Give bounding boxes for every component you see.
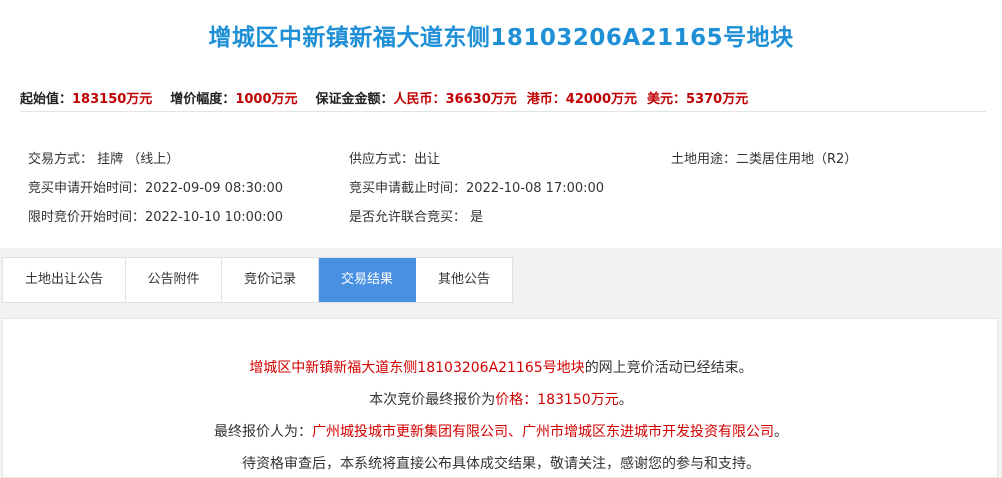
deposit-label: 保证金金额： bbox=[315, 92, 394, 107]
result-line-4: 待资格审查后，本系统将直接公布具体成交结果，敬请关注，感谢您的参与和支持。 bbox=[242, 456, 760, 472]
final-price-text: 价格：183150万元 bbox=[495, 392, 619, 408]
deposit-usd-label: 美元： bbox=[647, 92, 687, 107]
result-line-2: 本次竞价最终报价为价格：183150万元。 bbox=[369, 392, 633, 408]
start-price-label: 起始值： bbox=[20, 92, 73, 107]
apply-end-time: 竞买申请截止时间：2022-10-08 17:00:00 bbox=[349, 181, 605, 196]
increment-label: 增价幅度： bbox=[170, 92, 236, 107]
trade-result-panel: 增城区中新镇新福大道东侧18103206A21165号地块的网上竞价活动已经结束… bbox=[2, 318, 998, 478]
joint-bid-allowed: 是否允许联合竞买： 是 bbox=[349, 210, 484, 225]
divider bbox=[20, 111, 986, 112]
result-line-1: 增城区中新镇新福大道东侧18103206A21165号地块的网上竞价活动已经结束… bbox=[249, 360, 753, 376]
tab-notice-attachments[interactable]: 公告附件 bbox=[126, 258, 222, 302]
tab-land-notice[interactable]: 土地出让公告 bbox=[3, 258, 126, 302]
deposit-usd-value: 5370万元 bbox=[686, 92, 749, 107]
deposit-rmb-label: 人民币： bbox=[393, 92, 446, 107]
result-line-3: 最终报价人为：广州城投城市更新集团有限公司、广州市增城区东进城市开发投资有限公司… bbox=[214, 424, 788, 440]
tab-trade-result[interactable]: 交易结果 bbox=[319, 258, 416, 302]
tab-bar: 土地出让公告 公告附件 竞价记录 交易结果 其他公告 bbox=[2, 257, 513, 303]
final-bidder-text: 广州城投城市更新集团有限公司、广州市增城区东进城市开发投资有限公司 bbox=[312, 424, 774, 440]
tab-bid-records[interactable]: 竞价记录 bbox=[222, 258, 319, 302]
supply-mode: 供应方式：出让 bbox=[349, 152, 441, 167]
price-summary: 起始值：183150万元 增价幅度：1000万元 保证金金额：人民币：36630万元… bbox=[20, 88, 748, 107]
apply-start-time: 竞买申请开始时间：2022-09-09 08:30:00 bbox=[28, 181, 284, 196]
page-title: 增城区中新镇新福大道东侧18103206A21165号地块 bbox=[208, 25, 794, 51]
bid-start-time: 限时竞价开始时间：2022-10-10 10:00:00 bbox=[28, 210, 284, 225]
tab-other-notices[interactable]: 其他公告 bbox=[416, 258, 512, 302]
land-use: 土地用途：二类居住用地（R2） bbox=[671, 152, 858, 167]
start-price-value: 183150万元 bbox=[72, 92, 153, 107]
deposit-hkd-value: 42000万元 bbox=[565, 92, 638, 107]
trade-mode: 交易方式： 挂牌 （线上） bbox=[28, 152, 180, 167]
lot-header-panel: 增城区中新镇新福大道东侧18103206A21165号地块 起始值：183150… bbox=[0, 0, 1002, 248]
deposit-hkd-label: 港币： bbox=[526, 92, 566, 107]
lot-name-text: 增城区中新镇新福大道东侧18103206A21165号地块 bbox=[249, 360, 585, 376]
increment-value: 1000万元 bbox=[235, 92, 298, 107]
deposit-rmb-value: 36630万元 bbox=[445, 92, 517, 107]
